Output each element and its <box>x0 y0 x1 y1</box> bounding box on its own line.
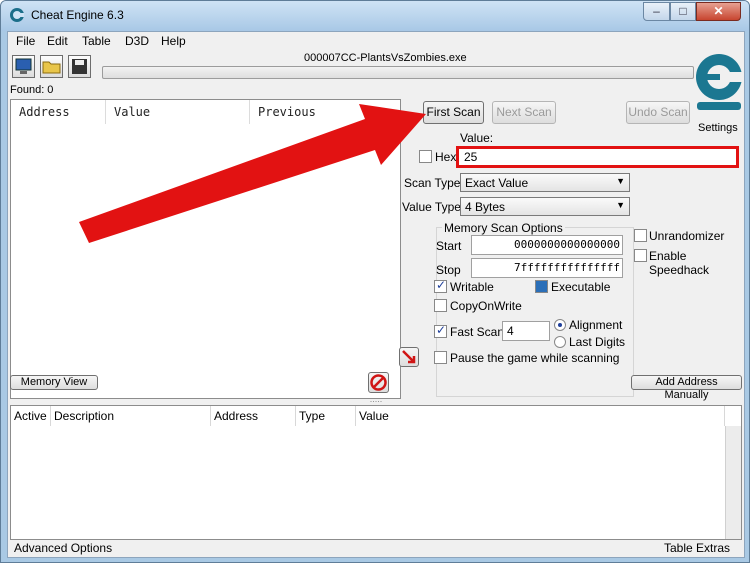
alignment-label: Alignment <box>569 318 623 332</box>
menu-table[interactable]: Table <box>82 34 111 48</box>
scan-type-select[interactable]: Exact Value ▼ <box>460 173 630 192</box>
column-header-address[interactable]: Address <box>11 100 106 124</box>
scan-results-list[interactable]: Address Value Previous <box>10 99 401 399</box>
menu-d3d[interactable]: D3D <box>125 34 149 48</box>
computer-icon <box>15 58 32 74</box>
value-input-text: 25 <box>464 150 478 164</box>
address-table[interactable]: Active Description Address Type Value <box>10 405 742 540</box>
save-button[interactable] <box>68 55 91 78</box>
found-count: Found: 0 <box>10 84 54 96</box>
minimize-button[interactable]: – <box>643 2 670 21</box>
last-digits-label: Last Digits <box>569 335 626 349</box>
scan-type-label: Scan Type <box>404 176 461 190</box>
close-button[interactable]: ✕ <box>696 2 741 21</box>
chevron-down-icon: ▼ <box>616 176 625 186</box>
hex-checkbox[interactable] <box>419 150 432 163</box>
value-input-highlight[interactable]: 25 <box>456 146 739 168</box>
menu-bar: File Edit Table D3D Help <box>8 32 744 52</box>
pause-game-checkbox[interactable] <box>434 351 447 364</box>
memory-scan-options-title: Memory Scan Options <box>442 221 565 235</box>
writable-label: Writable <box>450 280 494 294</box>
add-address-manually-button[interactable]: Add Address Manually <box>631 375 742 401</box>
pause-game-label: Pause the game while scanning <box>450 351 620 365</box>
column-header-type[interactable]: Type <box>296 406 356 426</box>
cheat-engine-logo-icon[interactable] <box>694 52 744 112</box>
value-type-select[interactable]: 4 Bytes ▼ <box>460 197 630 216</box>
fast-scan-checkbox[interactable] <box>434 323 447 338</box>
process-title: 000007CC-PlantsVsZombies.exe <box>304 52 467 64</box>
vertical-scrollbar[interactable] <box>725 426 741 539</box>
alignment-radio[interactable] <box>554 319 566 331</box>
executable-label: Executable <box>551 280 611 294</box>
fast-scan-label: Fast Scan <box>450 325 505 339</box>
copy-on-write-label: CopyOnWrite <box>450 299 522 313</box>
menu-file[interactable]: File <box>16 34 35 48</box>
menu-edit[interactable]: Edit <box>47 34 68 48</box>
table-extras-link[interactable]: Table Extras <box>664 541 730 555</box>
advanced-options-link[interactable]: Advanced Options <box>14 541 112 555</box>
open-process-button[interactable] <box>12 55 35 78</box>
speedhack-checkbox[interactable] <box>634 249 647 262</box>
speedhack-label: Enable Speedhack <box>649 249 710 277</box>
last-digits-radio[interactable] <box>554 336 566 348</box>
start-label: Start <box>436 239 462 253</box>
copy-on-write-checkbox[interactable] <box>434 299 447 312</box>
splitter-handle[interactable]: ..... <box>10 395 742 405</box>
cheat-engine-icon <box>10 8 24 22</box>
fast-scan-input[interactable]: 4 <box>502 321 550 341</box>
scan-progress-bar <box>102 66 694 79</box>
floppy-disk-icon <box>72 59 87 74</box>
column-header-description[interactable]: Description <box>51 406 211 426</box>
no-entry-icon <box>370 374 387 391</box>
maximize-button[interactable]: □ <box>670 2 696 21</box>
scan-type-value: Exact Value <box>465 176 529 190</box>
column-header-active[interactable]: Active <box>11 406 51 426</box>
value-type-value: 4 Bytes <box>465 200 506 214</box>
column-header-table-address[interactable]: Address <box>211 406 296 426</box>
open-file-button[interactable] <box>40 55 63 78</box>
value-label: Value: <box>460 131 494 145</box>
pointer-scan-button[interactable] <box>399 347 419 367</box>
value-type-label: Value Type <box>402 200 461 214</box>
stop-address-input[interactable]: 7fffffffffffffff <box>471 258 623 278</box>
title-bar[interactable]: Cheat Engine 6.3 – □ ✕ <box>1 1 749 31</box>
red-arrow-icon <box>402 350 416 364</box>
menu-help[interactable]: Help <box>161 34 186 48</box>
column-header-value[interactable]: Value <box>106 100 250 124</box>
executable-checkbox[interactable] <box>535 280 548 293</box>
first-scan-button[interactable]: First Scan <box>423 101 484 124</box>
next-scan-button[interactable]: Next Scan <box>492 101 556 124</box>
unrandomizer-label: Unrandomizer <box>649 229 725 243</box>
settings-link[interactable]: Settings <box>698 122 738 134</box>
unrandomizer-checkbox[interactable] <box>634 229 647 242</box>
column-header-table-value[interactable]: Value <box>356 406 725 426</box>
main-client-area: File Edit Table D3D Help 000007CC-Plants… <box>7 31 745 558</box>
hex-label: Hex <box>435 150 457 164</box>
start-address-input[interactable]: 0000000000000000 <box>471 235 623 255</box>
writable-checkbox[interactable] <box>434 278 447 293</box>
stop-label: Stop <box>436 263 461 277</box>
folder-icon <box>42 61 61 74</box>
clear-list-button[interactable] <box>368 372 389 393</box>
window-title: Cheat Engine 6.3 <box>31 8 124 22</box>
app-window: Cheat Engine 6.3 – □ ✕ File Edit Table D… <box>0 0 750 563</box>
memory-view-button[interactable]: Memory View <box>10 375 98 390</box>
column-header-previous[interactable]: Previous <box>250 100 400 124</box>
chevron-down-icon: ▼ <box>616 200 625 210</box>
undo-scan-button[interactable]: Undo Scan <box>626 101 690 124</box>
